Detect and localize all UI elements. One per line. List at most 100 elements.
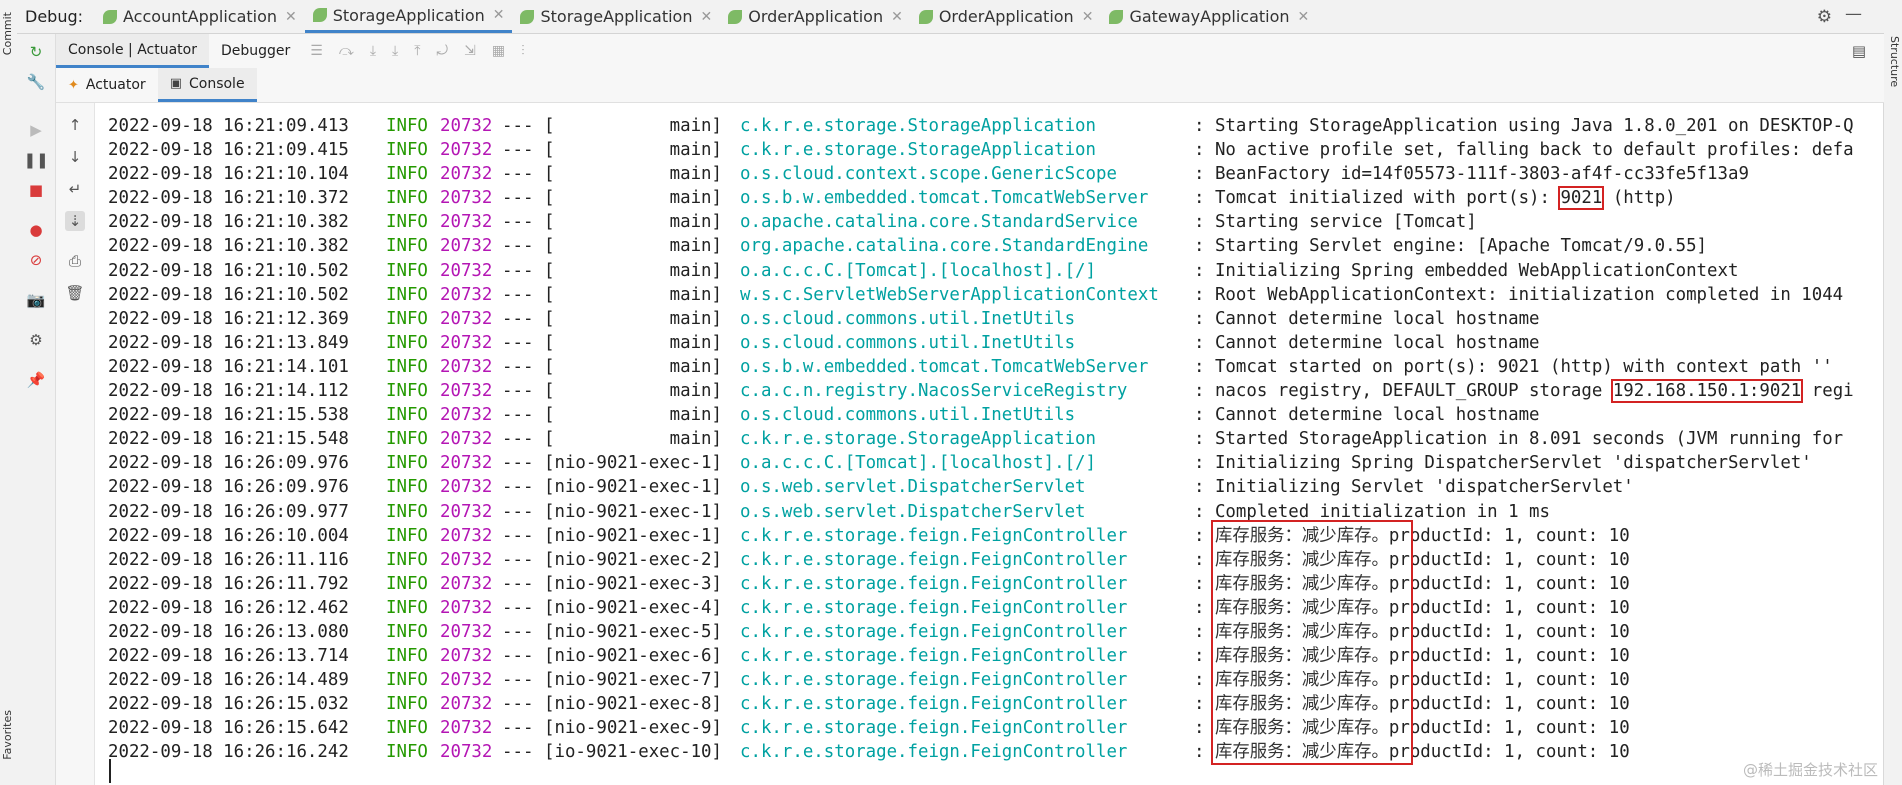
log-separator: ---: [502, 212, 534, 233]
log-level: INFO: [386, 356, 428, 377]
log-message: : 库存服务：减少库存。productId: 1, count: 10: [1194, 620, 1884, 644]
step-out-icon[interactable]: ⤒: [414, 43, 420, 59]
log-pid: 20732: [440, 718, 493, 739]
tab-gateway-application[interactable]: GatewayApplication ✕: [1101, 0, 1317, 33]
tab-account-application[interactable]: AccountApplication ✕: [95, 0, 305, 33]
log-separator: ---: [502, 525, 534, 546]
commit-tool-label[interactable]: Commit: [1, 12, 14, 55]
log-separator: ---: [502, 742, 534, 763]
pause-icon[interactable]: ❚❚: [23, 150, 48, 170]
scroll-to-end-icon[interactable]: ⇣: [65, 211, 85, 231]
tab-actuator[interactable]: ✦ Actuator: [56, 68, 158, 102]
log-pid: 20732: [440, 236, 493, 257]
settings-icon[interactable]: ⚙: [26, 330, 46, 350]
log-timestamp: 2022-09-18 16:26:11.116: [108, 549, 349, 570]
watermark: @稀土掘金技术社区: [1742, 761, 1878, 779]
tab-order-application-2[interactable]: OrderApplication ✕: [911, 0, 1102, 33]
log-message-suffix: productId: 1, count: 10: [1388, 646, 1630, 667]
camera-icon[interactable]: 📷: [26, 290, 46, 310]
log-logger: c.k.r.e.storage.StorageApplication: [740, 140, 1096, 161]
structure-tool-label[interactable]: Structure: [1888, 36, 1901, 87]
close-icon[interactable]: ✕: [493, 7, 505, 23]
log-timestamp: 2022-09-18 16:21:12.369: [108, 308, 349, 329]
log-separator: ---: [502, 308, 534, 329]
spring-boot-icon: [918, 9, 933, 24]
log-timestamp: 2022-09-18 16:21:14.101: [108, 356, 349, 377]
view-breakpoints-icon[interactable]: ●: [26, 220, 46, 240]
log-message-suffix: productId: 1, count: 10: [1388, 597, 1630, 618]
log-logger: o.s.web.servlet.DispatcherServlet: [740, 477, 1086, 498]
log-logger: c.k.r.e.storage.StorageApplication: [740, 429, 1096, 450]
log-message: : 库存服务：减少库存。productId: 1, count: 10: [1194, 524, 1884, 548]
run-to-cursor-icon[interactable]: ⇲: [464, 43, 476, 59]
log-pid: 20732: [440, 188, 493, 209]
gear-icon[interactable]: ⚙: [1817, 7, 1832, 27]
log-level: INFO: [386, 260, 428, 281]
menu-icon[interactable]: ☰: [310, 43, 323, 59]
log-message-chinese: 库存服务：减少库存。: [1214, 573, 1389, 594]
log-line: 2022-09-18 16:21:10.104 INFO 20732 --- [ mai…: [108, 162, 1884, 186]
log-timestamp: 2022-09-18 16:26:15.642: [108, 718, 349, 739]
spring-boot-icon: [520, 9, 535, 24]
favorites-tool-label[interactable]: Favorites: [1, 710, 14, 760]
log-thread: [ main]: [544, 236, 722, 257]
log-logger: c.k.r.e.storage.feign.FeignController: [740, 670, 1128, 691]
close-icon[interactable]: ✕: [1082, 9, 1094, 25]
resume-icon[interactable]: ▶: [26, 120, 46, 140]
close-icon[interactable]: ✕: [285, 9, 297, 25]
log-thread: [ main]: [544, 356, 722, 377]
tab-order-application[interactable]: OrderApplication ✕: [720, 0, 911, 33]
close-icon[interactable]: ✕: [1298, 9, 1310, 25]
log-thread: [ main]: [544, 332, 722, 353]
log-line: 2022-09-18 16:21:10.502 INFO 20732 --- [ mai…: [108, 259, 1884, 283]
stop-icon[interactable]: ■: [26, 180, 46, 200]
tab-console[interactable]: ▣ Console: [157, 68, 257, 102]
evaluate-icon[interactable]: ▦: [492, 43, 505, 59]
tab-console-actuator[interactable]: Console | Actuator: [56, 34, 209, 68]
debug-label: Debug:: [25, 7, 84, 26]
wrench-icon[interactable]: 🔧: [26, 72, 46, 92]
tab-storage-application-active[interactable]: StorageApplication ✕: [304, 0, 513, 33]
log-message-suffix: productId: 1, count: 10: [1388, 621, 1630, 642]
layout-icon[interactable]: ▤: [1852, 42, 1866, 60]
soft-wrap-icon[interactable]: ↵: [65, 179, 85, 199]
mute-breakpoints-icon[interactable]: ⊘: [26, 250, 46, 270]
rerun-icon[interactable]: ↻: [26, 42, 46, 62]
log-message: : 库存服务：减少库存。productId: 1, count: 10: [1194, 572, 1884, 596]
close-icon[interactable]: ✕: [891, 9, 903, 25]
log-logger: c.k.r.e.storage.feign.FeignController: [740, 597, 1128, 618]
log-line: 2022-09-18 16:21:10.372 INFO 20732 --- [ mai…: [108, 186, 1884, 211]
trace-icon[interactable]: ⫶: [521, 43, 525, 59]
log-message: : Cannot determine local hostname: [1194, 332, 1540, 353]
log-pid: 20732: [440, 116, 493, 136]
arrow-down-icon[interactable]: ↓: [65, 147, 85, 167]
log-separator: ---: [502, 453, 534, 474]
tab-debugger[interactable]: Debugger: [209, 34, 302, 68]
print-icon[interactable]: ⎙: [65, 251, 85, 271]
log-level: INFO: [386, 308, 428, 329]
log-message-prefix: :: [1194, 742, 1215, 763]
pin-icon[interactable]: 📌: [26, 370, 46, 390]
highlighted-value: 9021: [1558, 186, 1605, 211]
spring-boot-icon: [1109, 9, 1124, 24]
force-step-into-icon[interactable]: ⤓: [392, 43, 398, 59]
log-message-chinese: 库存服务：减少库存。: [1214, 694, 1389, 715]
log-logger: o.s.web.servlet.DispatcherServlet: [740, 501, 1086, 522]
drop-frame-icon[interactable]: ⤾: [436, 43, 448, 59]
log-message: : Starting service [Tomcat]: [1194, 212, 1477, 233]
trash-icon[interactable]: 🗑: [65, 283, 85, 303]
minimize-icon[interactable]: —: [1845, 4, 1862, 24]
log-logger: c.k.r.e.storage.feign.FeignController: [740, 621, 1128, 642]
step-into-icon[interactable]: ⤓: [370, 43, 376, 59]
tab-storage-application[interactable]: StorageApplication ✕: [512, 0, 720, 33]
arrow-up-icon[interactable]: ↑: [65, 115, 85, 135]
log-level: INFO: [386, 477, 428, 498]
log-message: : Started StorageApplication in 8.091 se…: [1194, 429, 1844, 450]
log-separator: ---: [502, 429, 534, 450]
log-separator: ---: [502, 718, 534, 739]
spring-boot-icon: [728, 9, 743, 24]
log-message: : 库存服务：减少库存。productId: 1, count: 10: [1194, 716, 1884, 740]
step-over-icon[interactable]: ⤼: [339, 43, 354, 59]
console-output[interactable]: 2022-09-18 16:21:09.413 INFO 20732 --- [ mai…: [108, 114, 1884, 765]
close-icon[interactable]: ✕: [700, 9, 712, 25]
